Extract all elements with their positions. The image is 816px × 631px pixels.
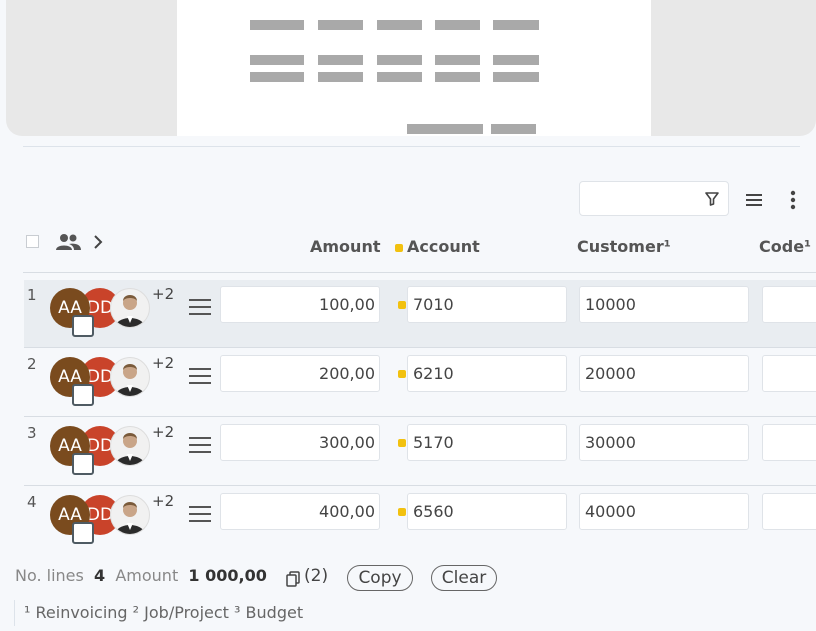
account-input[interactable]: 5170 xyxy=(407,424,567,461)
row-number: 2 xyxy=(27,355,37,373)
more-assignees-count[interactable]: +2 xyxy=(152,354,174,372)
drag-handle-icon[interactable] xyxy=(189,505,213,523)
code-input[interactable] xyxy=(762,286,816,323)
filter-icon[interactable] xyxy=(705,192,719,206)
amount-total: 1 000,00 xyxy=(188,566,267,585)
customer-input[interactable]: 30000 xyxy=(579,424,749,461)
row-number: 4 xyxy=(27,493,37,511)
clear-button[interactable]: Clear xyxy=(431,565,497,591)
account-input[interactable]: 7010 xyxy=(407,286,567,323)
drag-handle-icon[interactable] xyxy=(189,298,213,316)
amount-input[interactable]: 300,00 xyxy=(220,424,380,461)
customer-input[interactable]: 40000 xyxy=(579,493,749,530)
avatar-photo xyxy=(110,495,150,535)
amount-label: Amount xyxy=(115,566,179,585)
column-header-account[interactable]: Account xyxy=(407,237,480,256)
row-number: 3 xyxy=(27,424,37,442)
row-checkbox[interactable] xyxy=(72,315,94,337)
row-checkbox[interactable] xyxy=(72,453,94,475)
avatar-photo xyxy=(110,426,150,466)
lines-label: No. lines xyxy=(15,566,84,585)
chevron-right-icon[interactable] xyxy=(92,234,104,250)
amount-input[interactable]: 200,00 xyxy=(220,355,380,392)
account-marker xyxy=(398,301,406,309)
divider xyxy=(23,146,800,147)
account-marker xyxy=(398,508,406,516)
select-all-checkbox[interactable] xyxy=(26,235,39,248)
document-preview xyxy=(177,0,651,136)
account-marker xyxy=(398,439,406,447)
amount-input[interactable]: 400,00 xyxy=(220,493,380,530)
table-row[interactable]: 3 DD AA +2 300,00 5170 30000 xyxy=(24,418,816,486)
table-row[interactable]: 1 DD AA +2 100,00 7010 10000 xyxy=(24,280,816,348)
table-header: Amount Account Customer¹ Code¹ xyxy=(23,228,816,273)
customer-input[interactable]: 10000 xyxy=(579,286,749,323)
row-checkbox[interactable] xyxy=(72,384,94,406)
code-input[interactable] xyxy=(762,355,816,392)
menu-icon[interactable] xyxy=(746,194,762,206)
customer-input[interactable]: 20000 xyxy=(579,355,749,392)
row-checkbox[interactable] xyxy=(72,522,94,544)
column-header-amount[interactable]: Amount xyxy=(310,237,380,256)
people-icon[interactable] xyxy=(54,233,82,251)
row-number: 1 xyxy=(27,286,37,304)
table-summary: No. lines 4 Amount 1 000,00 xyxy=(15,566,267,585)
amount-input[interactable]: 100,00 xyxy=(220,286,380,323)
copies-count[interactable]: (2) xyxy=(304,566,328,586)
account-marker xyxy=(395,244,403,252)
column-header-customer[interactable]: Customer¹ xyxy=(577,237,671,256)
more-assignees-count[interactable]: +2 xyxy=(152,423,174,441)
drag-handle-icon[interactable] xyxy=(189,436,213,454)
column-header-code[interactable]: Code¹ xyxy=(759,237,811,256)
code-input[interactable] xyxy=(762,493,816,530)
table-row[interactable]: 4 DD AA +2 400,00 6560 40000 xyxy=(24,487,816,555)
footnotes: ¹ Reinvoicing ² Job/Project ³ Budget xyxy=(24,603,304,622)
document-preview-panel xyxy=(6,0,816,136)
lines-value: 4 xyxy=(94,566,106,585)
copy-icon[interactable] xyxy=(286,571,300,587)
account-input[interactable]: 6560 xyxy=(407,493,567,530)
avatar-photo xyxy=(110,288,150,328)
avatar-photo xyxy=(110,357,150,397)
code-input[interactable] xyxy=(762,424,816,461)
drag-handle-icon[interactable] xyxy=(189,367,213,385)
table-row[interactable]: 2 DD AA +2 200,00 6210 20000 xyxy=(24,349,816,417)
kebab-icon[interactable] xyxy=(788,190,798,210)
copy-button[interactable]: Copy xyxy=(347,565,413,591)
more-assignees-count[interactable]: +2 xyxy=(152,285,174,303)
divider xyxy=(14,600,15,626)
more-assignees-count[interactable]: +2 xyxy=(152,492,174,510)
account-marker xyxy=(398,370,406,378)
account-input[interactable]: 6210 xyxy=(407,355,567,392)
